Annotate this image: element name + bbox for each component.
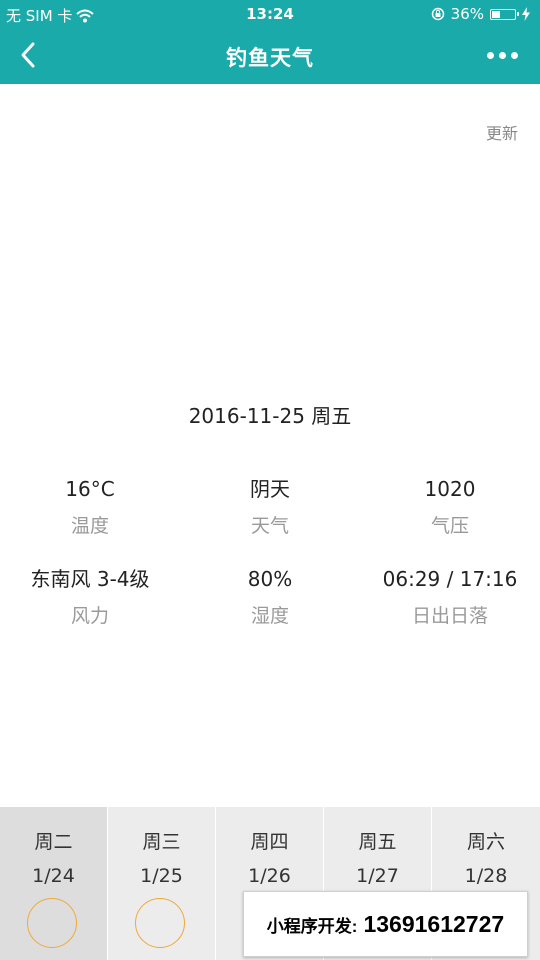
metric-label: 温度 [70, 515, 109, 537]
forecast-weekday: 周五 [358, 831, 397, 853]
status-bar: 无 SIM 卡 13:24 36% [0, 0, 540, 28]
metric-wind: 东南风 3-4级 风力 [0, 564, 180, 628]
forecast-weekday: 周二 [34, 831, 73, 853]
forecast-weekday: 周三 [142, 831, 181, 853]
metric-value: 80% [247, 567, 293, 591]
metric-value: 16°C [65, 477, 115, 501]
forecast-day[interactable]: 周三 1/25 [108, 807, 216, 960]
forecast-date: 1/26 [248, 865, 291, 887]
promo-banner: 小程序开发: 13691612727 [243, 891, 528, 957]
metric-value: 东南风 3-4级 [30, 567, 150, 591]
metric-humidity: 80% 湿度 [180, 564, 360, 628]
metric-label: 风力 [70, 605, 109, 627]
battery-fill [492, 10, 500, 18]
metric-pressure: 1020 气压 [360, 474, 540, 538]
battery-percent: 36% [450, 5, 484, 23]
metric-value: 06:29 / 17:16 [382, 567, 518, 591]
page-title: 钓鱼天气 [226, 46, 314, 70]
metric-label: 湿度 [250, 605, 289, 627]
forecast-weekday: 周六 [466, 831, 505, 853]
status-right: 36% [431, 5, 530, 23]
battery-icon [490, 8, 519, 20]
metric-temperature: 16°C 温度 [0, 474, 180, 538]
dot [511, 52, 518, 59]
metric-label: 天气 [250, 515, 289, 537]
metric-sunrise-sunset: 06:29 / 17:16 日出日落 [360, 564, 540, 628]
metric-value: 阴天 [250, 477, 290, 501]
refresh-button[interactable]: 更新 [486, 120, 518, 144]
dot [499, 52, 506, 59]
metric-value: 1020 [424, 477, 476, 501]
metric-weather: 阴天 天气 [180, 474, 360, 538]
weather-circle-icon [135, 898, 185, 948]
forecast-day[interactable]: 周二 1/24 [0, 807, 108, 960]
metric-label: 气压 [430, 515, 469, 537]
forecast-date: 1/28 [464, 865, 508, 887]
current-date: 2016-11-25 周五 [188, 404, 352, 428]
forecast-weekday: 周四 [250, 831, 289, 853]
promo-phone: 13691612727 [363, 910, 505, 937]
forecast-date: 1/25 [140, 865, 183, 887]
forecast-date: 1/27 [356, 865, 399, 887]
dot [487, 52, 494, 59]
charging-icon [522, 7, 530, 21]
more-dots-icon[interactable] [487, 52, 518, 59]
forecast-date: 1/24 [32, 865, 75, 887]
nav-bar: 钓鱼天气 [0, 28, 540, 84]
weather-circle-icon [27, 898, 77, 948]
orientation-lock-icon [431, 7, 444, 21]
promo-label: 小程序开发: [266, 916, 358, 936]
metric-label: 日出日落 [411, 605, 488, 627]
